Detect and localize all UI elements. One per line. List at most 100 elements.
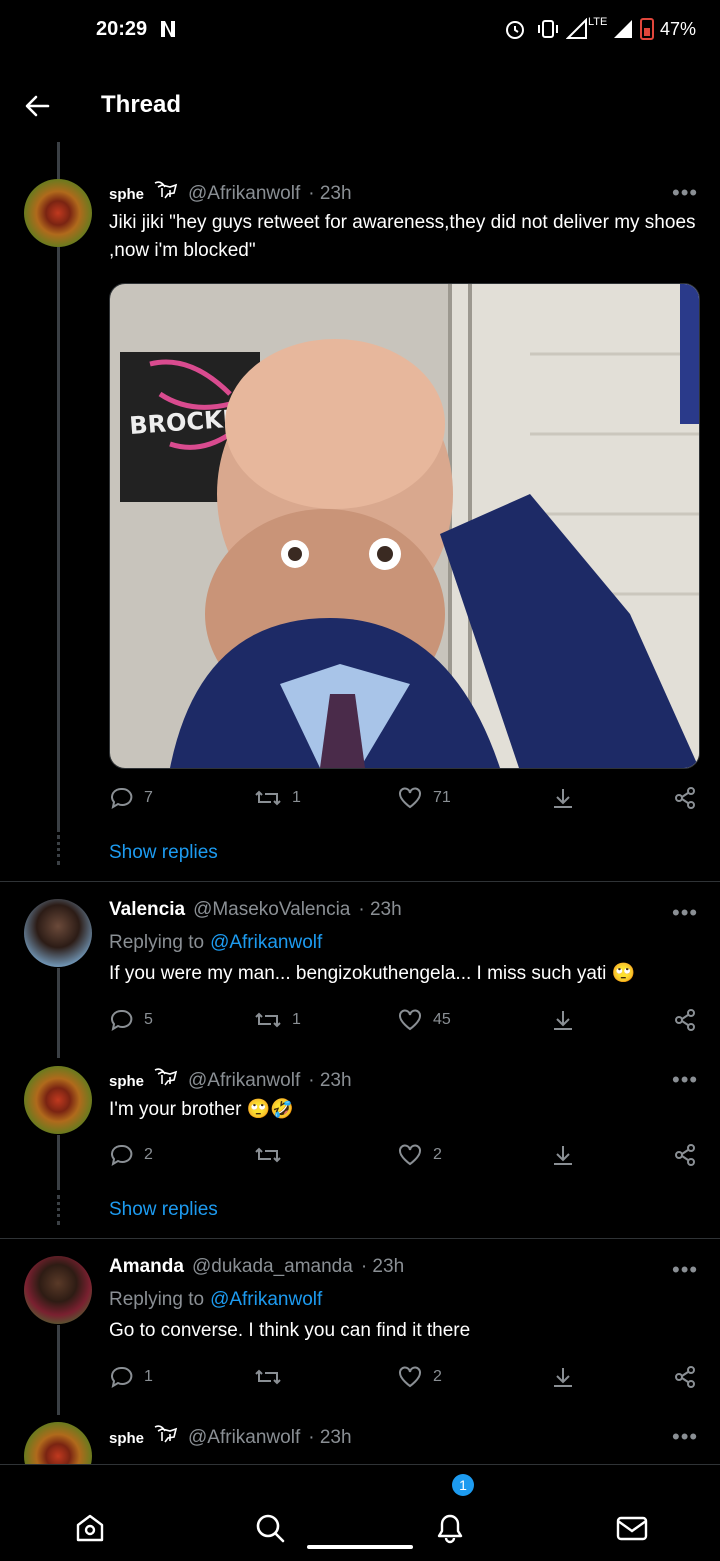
retweet-count: 1 bbox=[292, 1011, 301, 1028]
author-name: sphe bbox=[109, 1073, 145, 1090]
reply-count: 2 bbox=[144, 1146, 153, 1163]
thread-line bbox=[57, 1135, 60, 1190]
share-icon[interactable] bbox=[673, 786, 697, 810]
alarm-icon bbox=[506, 21, 524, 39]
status-bar: 20:29 LTE 47% bbox=[0, 0, 720, 62]
show-replies-link[interactable]: Show replies bbox=[109, 1199, 218, 1221]
reply-button[interactable]: 2 bbox=[110, 1143, 153, 1167]
retweet-button[interactable]: 1 bbox=[254, 1008, 301, 1032]
author-name: Valencia bbox=[109, 899, 186, 920]
tweet-time: · 23h bbox=[308, 1070, 352, 1091]
tweet-time: · 23h bbox=[308, 1427, 352, 1448]
status-time: 20:29 bbox=[96, 18, 148, 40]
retweet-button[interactable]: 1 bbox=[254, 786, 301, 810]
divider bbox=[0, 1238, 720, 1239]
download-icon[interactable] bbox=[551, 786, 575, 810]
signal-icon bbox=[566, 18, 587, 39]
tweet-author: sphe @Afrikanwolf · 23h bbox=[109, 179, 352, 205]
thread-line-dotted bbox=[57, 835, 60, 865]
messages-envelope-icon[interactable] bbox=[615, 1512, 649, 1544]
tweet-time: · 23h bbox=[360, 1256, 405, 1277]
author-handle[interactable]: @Afrikanwolf bbox=[188, 183, 300, 205]
like-button[interactable]: 2 bbox=[397, 1365, 442, 1389]
battery-icon bbox=[640, 18, 654, 40]
retweet-button[interactable] bbox=[254, 1365, 292, 1389]
replying-to: Replying to @Afrikanwolf bbox=[109, 1286, 322, 1314]
antelope-icon bbox=[154, 1425, 178, 1443]
tweet-author: Valencia @MasekoValencia · 23h bbox=[109, 899, 402, 921]
tweet-text: Go to converse. I think you can find it … bbox=[109, 1320, 471, 1341]
network-type: LTE bbox=[588, 16, 608, 28]
like-button[interactable]: 45 bbox=[397, 1008, 451, 1032]
author-name: sphe bbox=[109, 1430, 145, 1447]
like-button[interactable]: 2 bbox=[397, 1143, 442, 1167]
retweet-icon bbox=[255, 1147, 281, 1163]
show-replies-link[interactable]: Show replies bbox=[109, 842, 218, 864]
reply-button[interactable]: 5 bbox=[110, 1008, 153, 1032]
author-name: sphe bbox=[109, 186, 145, 203]
netflix-icon bbox=[161, 21, 175, 37]
avatar[interactable] bbox=[24, 899, 92, 967]
thread-line bbox=[57, 1325, 60, 1415]
more-options-icon[interactable]: ••• bbox=[672, 1067, 698, 1093]
reply-icon bbox=[111, 787, 133, 810]
replying-handle[interactable]: @Afrikanwolf bbox=[210, 1286, 322, 1314]
author-handle[interactable]: @MasekoValencia bbox=[193, 899, 350, 921]
avatar[interactable] bbox=[24, 179, 92, 247]
share-icon[interactable] bbox=[673, 1143, 697, 1167]
download-icon[interactable] bbox=[551, 1143, 575, 1167]
heart-icon bbox=[399, 1144, 421, 1166]
heart-icon bbox=[399, 1366, 421, 1388]
replying-to: Replying to @Afrikanwolf bbox=[109, 929, 322, 957]
tweet-text: I'm your brother 🙄🤣 bbox=[109, 1099, 295, 1120]
home-indicator bbox=[307, 1545, 413, 1549]
more-options-icon[interactable]: ••• bbox=[672, 1257, 698, 1283]
author-handle[interactable]: @Afrikanwolf bbox=[188, 1427, 300, 1449]
reply-count: 1 bbox=[144, 1368, 153, 1385]
vibrate-icon bbox=[538, 20, 558, 38]
search-icon[interactable] bbox=[254, 1512, 286, 1544]
heart-icon bbox=[399, 787, 421, 809]
like-button[interactable]: 71 bbox=[397, 786, 451, 810]
download-icon[interactable] bbox=[551, 1365, 575, 1389]
reply-button[interactable]: 1 bbox=[110, 1365, 153, 1389]
retweet-button[interactable] bbox=[254, 1143, 292, 1167]
notifications-bell-icon[interactable] bbox=[434, 1512, 466, 1544]
retweet-icon bbox=[255, 790, 281, 806]
back-arrow-icon[interactable] bbox=[24, 93, 50, 119]
author-handle[interactable]: @dukada_amanda bbox=[192, 1256, 353, 1278]
replying-handle[interactable]: @Afrikanwolf bbox=[210, 929, 322, 957]
thread-line bbox=[57, 968, 60, 1058]
avatar[interactable] bbox=[24, 1256, 92, 1324]
avatar[interactable] bbox=[24, 1066, 92, 1134]
more-options-icon[interactable]: ••• bbox=[672, 1424, 698, 1450]
home-icon[interactable] bbox=[74, 1512, 106, 1544]
tweet-time: · 23h bbox=[358, 899, 402, 920]
more-options-icon[interactable]: ••• bbox=[672, 180, 698, 206]
tweet-media[interactable]: BROCKL bbox=[109, 283, 700, 769]
like-count: 45 bbox=[433, 1011, 451, 1028]
reply-count: 7 bbox=[144, 789, 153, 806]
battery-level: 47% bbox=[660, 19, 697, 39]
tweet-time: · 23h bbox=[308, 183, 352, 204]
like-count: 71 bbox=[433, 789, 451, 806]
reply-icon bbox=[111, 1366, 133, 1389]
tweet-author: Amanda @dukada_amanda · 23h bbox=[109, 1256, 404, 1278]
antelope-icon bbox=[154, 1068, 178, 1086]
notification-badge: 1 bbox=[452, 1474, 474, 1496]
signal-icon-2 bbox=[614, 20, 632, 38]
author-handle[interactable]: @Afrikanwolf bbox=[188, 1070, 300, 1092]
tweet-photo: BROCKL bbox=[110, 284, 699, 768]
antelope-icon bbox=[154, 181, 178, 199]
more-options-icon[interactable]: ••• bbox=[672, 900, 698, 926]
reply-count: 5 bbox=[144, 1011, 153, 1028]
reply-button[interactable]: 7 bbox=[110, 786, 153, 810]
author-name: Amanda bbox=[109, 1256, 184, 1277]
tweet-text: Jiki jiki "hey guys retweet for awarenes… bbox=[109, 212, 696, 261]
divider bbox=[0, 881, 720, 882]
download-icon[interactable] bbox=[551, 1008, 575, 1032]
like-count: 2 bbox=[433, 1368, 442, 1385]
share-icon[interactable] bbox=[673, 1365, 697, 1389]
share-icon[interactable] bbox=[673, 1008, 697, 1032]
retweet-icon bbox=[255, 1369, 281, 1385]
